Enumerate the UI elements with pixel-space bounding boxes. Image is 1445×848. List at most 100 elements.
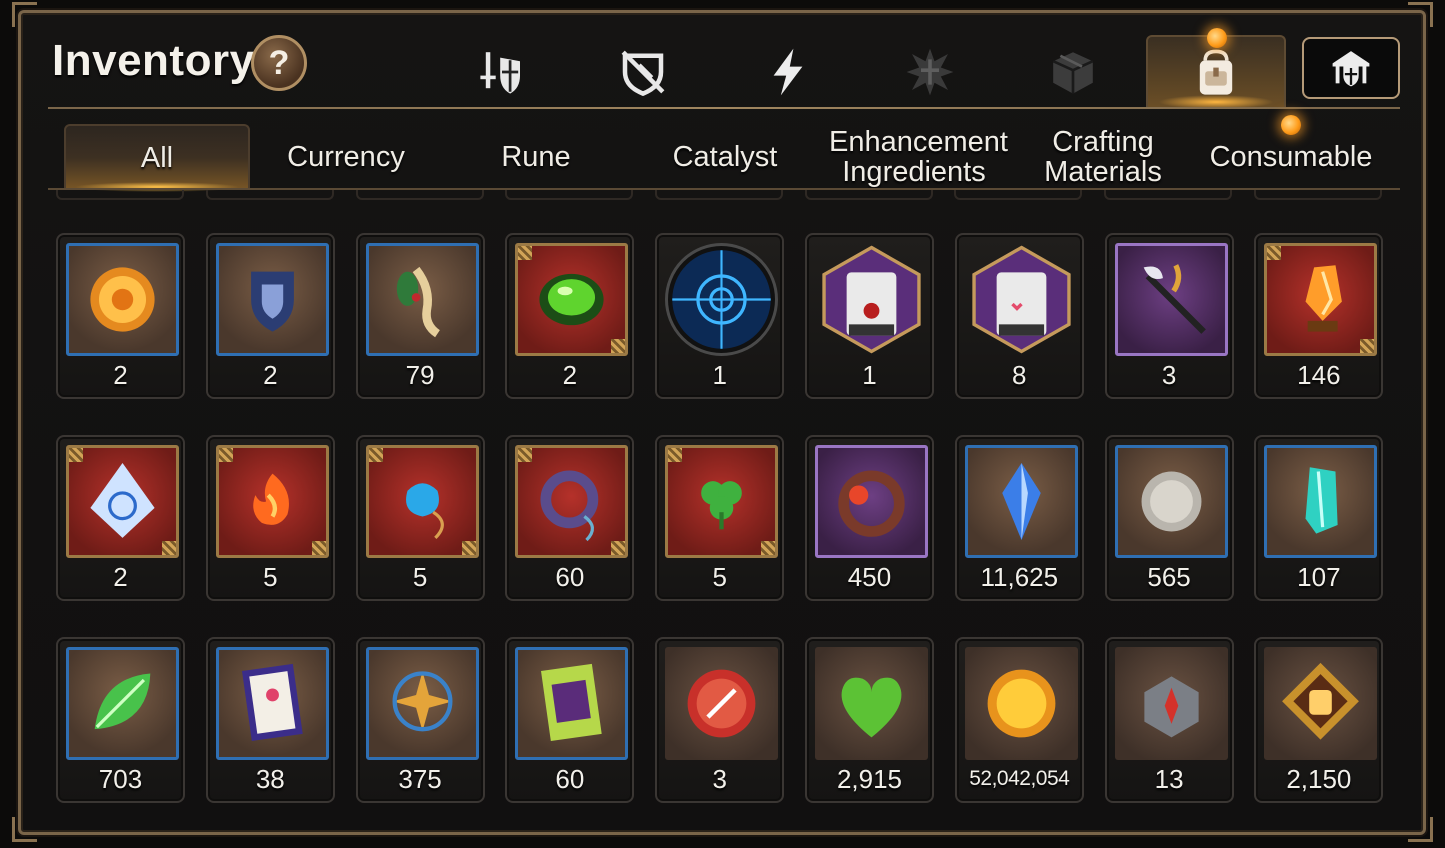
slot-stub (954, 190, 1082, 200)
inventory-slot[interactable]: 375 (355, 637, 485, 803)
inventory-slot[interactable]: 2 (505, 233, 635, 399)
frame-corner (12, 817, 37, 842)
inventory-slot[interactable]: 3 (655, 637, 785, 803)
slot-stub (1254, 190, 1382, 200)
tab-box[interactable] (1018, 36, 1128, 108)
inventory-slot[interactable]: 3 (1104, 233, 1234, 399)
item-quantity: 450 (847, 562, 892, 592)
silver-coin-icon (1114, 445, 1228, 558)
item-quantity: 3 (712, 764, 727, 794)
inventory-slot[interactable]: 146 (1254, 233, 1384, 399)
inventory-slot[interactable]: 5 (655, 435, 785, 601)
header-divider (48, 107, 1400, 109)
inventory-slot[interactable]: 2 (56, 233, 185, 399)
ring-pendant-icon (515, 445, 629, 558)
slot-stub (805, 190, 933, 200)
blue-crystal-icon (964, 445, 1078, 558)
stone-compass-icon (1114, 647, 1228, 760)
item-quantity: 2 (263, 360, 278, 390)
item-quantity: 13 (1154, 764, 1184, 794)
flower-ring-icon (814, 445, 928, 558)
backpack-icon (1199, 49, 1233, 95)
star-pendant-icon (365, 647, 479, 760)
subtab-crafting-materials[interactable]: Crafting Materials (1010, 124, 1196, 190)
paw-certificate-icon (215, 647, 329, 760)
inventory-slot[interactable]: 8 (954, 233, 1084, 399)
inventory-slot[interactable]: 565 (1104, 435, 1234, 601)
inventory-slot[interactable]: 52,042,054 (954, 637, 1084, 803)
tab-broken-gear[interactable] (588, 36, 698, 108)
slot-stub (655, 190, 783, 200)
inventory-slot[interactable]: 38 (205, 637, 335, 803)
inventory-slot[interactable]: 60 (505, 637, 635, 803)
blue-rune-circle-icon (665, 243, 779, 356)
item-quantity: 375 (398, 764, 442, 794)
item-grid: 2 2 79 2 1 1 8 3 146 2 5 5 60 5 450 11,625 565 107 703 38 37… (56, 233, 1384, 803)
item-quantity: 146 (1297, 360, 1341, 390)
item-quantity: 79 (405, 360, 435, 390)
inventory-slot[interactable]: 2,915 (804, 637, 934, 803)
inventory-slot[interactable]: 5 (205, 435, 335, 601)
frame-corner (12, 2, 37, 27)
slot-stub (1104, 190, 1232, 200)
item-quantity: 3 (1161, 360, 1177, 390)
question-icon: ? (268, 43, 290, 82)
fire-pendant-icon (215, 445, 329, 558)
gold-coin-icon (964, 647, 1078, 760)
item-quantity: 5 (712, 562, 727, 592)
clover-pendant-icon (665, 445, 779, 558)
inventory-slot[interactable]: 60 (505, 435, 635, 601)
inventory-slot[interactable]: 1 (655, 233, 785, 399)
item-quantity: 2 (113, 562, 128, 592)
inventory-slot[interactable]: 2 (56, 435, 185, 601)
inventory-slot[interactable]: 5 (355, 435, 485, 601)
notification-dot (1281, 115, 1301, 135)
subtab-enhancement-ingredients[interactable]: Enhancement Ingredients (821, 124, 1008, 190)
subtab-catalyst[interactable]: Catalyst (632, 124, 818, 190)
red-badge-icon (665, 647, 779, 760)
feather-wand-icon (1114, 243, 1228, 356)
help-button[interactable]: ? (251, 35, 307, 91)
subtab-label: Consumable (1209, 141, 1373, 173)
subtab-all[interactable]: All (64, 124, 250, 192)
inventory-slot[interactable]: 450 (804, 435, 934, 601)
fist-emblem-icon (1264, 647, 1378, 760)
subtab-label: Catalyst (672, 141, 778, 173)
item-quantity: 1 (712, 360, 727, 390)
inventory-slot[interactable]: 11,625 (954, 435, 1084, 601)
subtab-label: Enhancement Ingredients (829, 126, 1008, 188)
tab-emblem[interactable] (875, 36, 985, 108)
item-quantity: 2 (113, 360, 128, 390)
inventory-slot[interactable]: 703 (56, 637, 185, 803)
tab-equipment[interactable] (447, 36, 557, 108)
broken-shield-icon (621, 50, 665, 97)
cube-box-icon (1052, 52, 1094, 94)
inventory-slot[interactable]: 13 (1104, 637, 1234, 803)
inventory-slot[interactable]: 2,150 (1254, 637, 1384, 803)
sun-coin-icon (66, 243, 179, 356)
green-leaf-icon (66, 647, 179, 760)
item-quantity: 52,042,054 (969, 767, 1070, 790)
tab-skill[interactable] (733, 36, 843, 108)
scroll-stubs (56, 190, 1396, 200)
subtab-label: Crafting Materials (1044, 126, 1162, 188)
item-quantity: 60 (555, 562, 585, 592)
item-quantity: 60 (555, 764, 585, 794)
inventory-slot[interactable]: 79 (355, 233, 485, 399)
inventory-slot[interactable]: 1 (804, 233, 934, 399)
notification-dot (1207, 28, 1227, 48)
frame-corner (1408, 2, 1433, 27)
pet-bag-icon (965, 243, 1078, 356)
slot-stub (56, 190, 184, 200)
inventory-slot[interactable]: 107 (1254, 435, 1384, 601)
guild-button[interactable] (1302, 37, 1400, 99)
teal-crystal-icon (1264, 445, 1378, 558)
green-certificate-icon (515, 647, 629, 760)
subtab-rune[interactable]: Rune (443, 124, 629, 190)
inventory-slot[interactable]: 2 (205, 233, 335, 399)
lightning-icon (773, 48, 803, 96)
subtab-currency[interactable]: Currency (253, 124, 439, 190)
sword-shield-icon (480, 52, 520, 94)
frame-corner (1408, 817, 1433, 842)
item-quantity: 703 (98, 764, 143, 794)
